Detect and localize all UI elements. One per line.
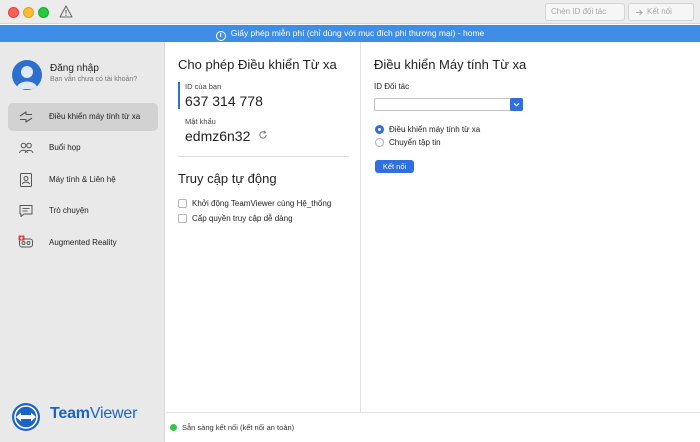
sidebar-item-label: Máy tính & Liên hệ (49, 175, 116, 184)
allow-remote-panel: Cho phép Điều khiển Từ xa ID của bạn 637… (166, 42, 361, 412)
sidebar-item-label: Trò chuyện (49, 206, 89, 215)
partner-id-dropdown-button[interactable] (510, 98, 523, 111)
start-with-system-label[interactable]: Khởi động TeamViewer cùng Hệ_thống (192, 199, 331, 208)
connect-button[interactable]: Kết nối (375, 160, 414, 173)
remote-control-radio[interactable] (375, 125, 384, 134)
password-label: Mật khẩu (185, 117, 216, 126)
sidebar-item-label: Buổi họp (49, 143, 81, 152)
license-banner-text: Giấy phép miễn phí (chỉ dùng với mục đíc… (230, 28, 485, 38)
sidebar-item-meetings[interactable]: Buổi họp (8, 134, 158, 162)
people-icon (19, 142, 34, 154)
status-bar: Sẵn sàng kết nối (kết nối an toàn) (166, 412, 700, 442)
chevron-down-icon (513, 102, 520, 107)
teamviewer-wordmark: TeamViewer (50, 405, 138, 422)
quick-connect-button[interactable]: Kết nối (628, 3, 694, 21)
teamviewer-logo: TeamViewer (11, 402, 161, 432)
arrow-right-icon (636, 9, 643, 16)
sidebar-item-computers-contacts[interactable]: Máy tính & Liên hệ (8, 166, 158, 194)
sidebar-item-remote-control[interactable]: Điều khiển máy tính từ xa (8, 103, 158, 131)
sidebar: Đăng nhập Bạn vẫn chưa có tài khoản? Điề… (0, 42, 165, 442)
quick-connect-label: Kết nối (647, 7, 672, 16)
teamviewer-window: Chèn ID đối tác Kết nối i Giấy phép miễn … (0, 0, 700, 442)
unattended-access-title: Truy cập tự động (178, 171, 277, 186)
your-id-label: ID của bạn (185, 82, 222, 91)
password-value[interactable]: edmz6n32 (185, 128, 298, 144)
info-icon: i (215, 31, 226, 41)
sidebar-item-label: Augmented Reality (49, 238, 117, 247)
status-text: Sẵn sàng kết nối (kết nối an toàn) (182, 423, 295, 432)
password-block: Mật khẩu edmz6n32 (178, 117, 298, 144)
zoom-window-button[interactable] (38, 7, 49, 18)
title-bar: Chèn ID đối tác Kết nối (0, 0, 700, 24)
teamviewer-logo-icon (12, 403, 40, 431)
warning-icon[interactable] (59, 5, 73, 18)
allow-remote-title: Cho phép Điều khiển Từ xa (178, 57, 337, 72)
license-banner: i Giấy phép miễn phí (chỉ dùng với mục đí… (0, 25, 700, 42)
sign-in-link[interactable]: Đăng nhập (50, 63, 99, 74)
partner-id-input[interactable] (374, 98, 523, 111)
partner-id-quick-input[interactable]: Chèn ID đối tác (545, 3, 625, 21)
your-id-value[interactable]: 637 314 778 (185, 93, 298, 109)
partner-id-label: ID Đối tác (374, 82, 410, 91)
ar-headset-icon (18, 235, 33, 248)
easy-access-checkbox[interactable] (178, 214, 187, 223)
close-window-button[interactable] (8, 7, 19, 18)
minimize-window-button[interactable] (23, 7, 34, 18)
file-transfer-radio[interactable] (375, 138, 384, 147)
control-remote-title: Điều khiển Máy tính Từ xa (374, 57, 527, 72)
status-indicator-icon (170, 424, 177, 431)
chat-icon (19, 205, 33, 217)
control-remote-panel: Điều khiển Máy tính Từ xa ID Đối tác Điề… (362, 42, 700, 412)
remote-control-radio-label[interactable]: Điều khiển máy tính từ xa (389, 125, 480, 134)
your-id-block: ID của bạn 637 314 778 (178, 82, 298, 109)
contact-card-icon (20, 173, 32, 187)
avatar-icon[interactable] (12, 60, 42, 90)
file-transfer-radio-label[interactable]: Chuyển tập tin (389, 138, 441, 147)
section-divider (178, 156, 349, 157)
partner-id-quick-placeholder: Chèn ID đối tác (551, 7, 607, 16)
refresh-password-icon[interactable] (258, 130, 268, 140)
no-account-text[interactable]: Bạn vẫn chưa có tài khoản? (50, 76, 137, 83)
arrows-swap-icon (19, 111, 33, 123)
sidebar-item-label: Điều khiển máy tính từ xa (49, 112, 141, 121)
sidebar-item-chat[interactable]: Trò chuyện (8, 197, 158, 225)
sidebar-item-augmented-reality[interactable]: Augmented Reality (8, 229, 158, 257)
easy-access-label[interactable]: Cấp quyền truy cập dễ dàng (192, 214, 293, 223)
start-with-system-checkbox[interactable] (178, 199, 187, 208)
